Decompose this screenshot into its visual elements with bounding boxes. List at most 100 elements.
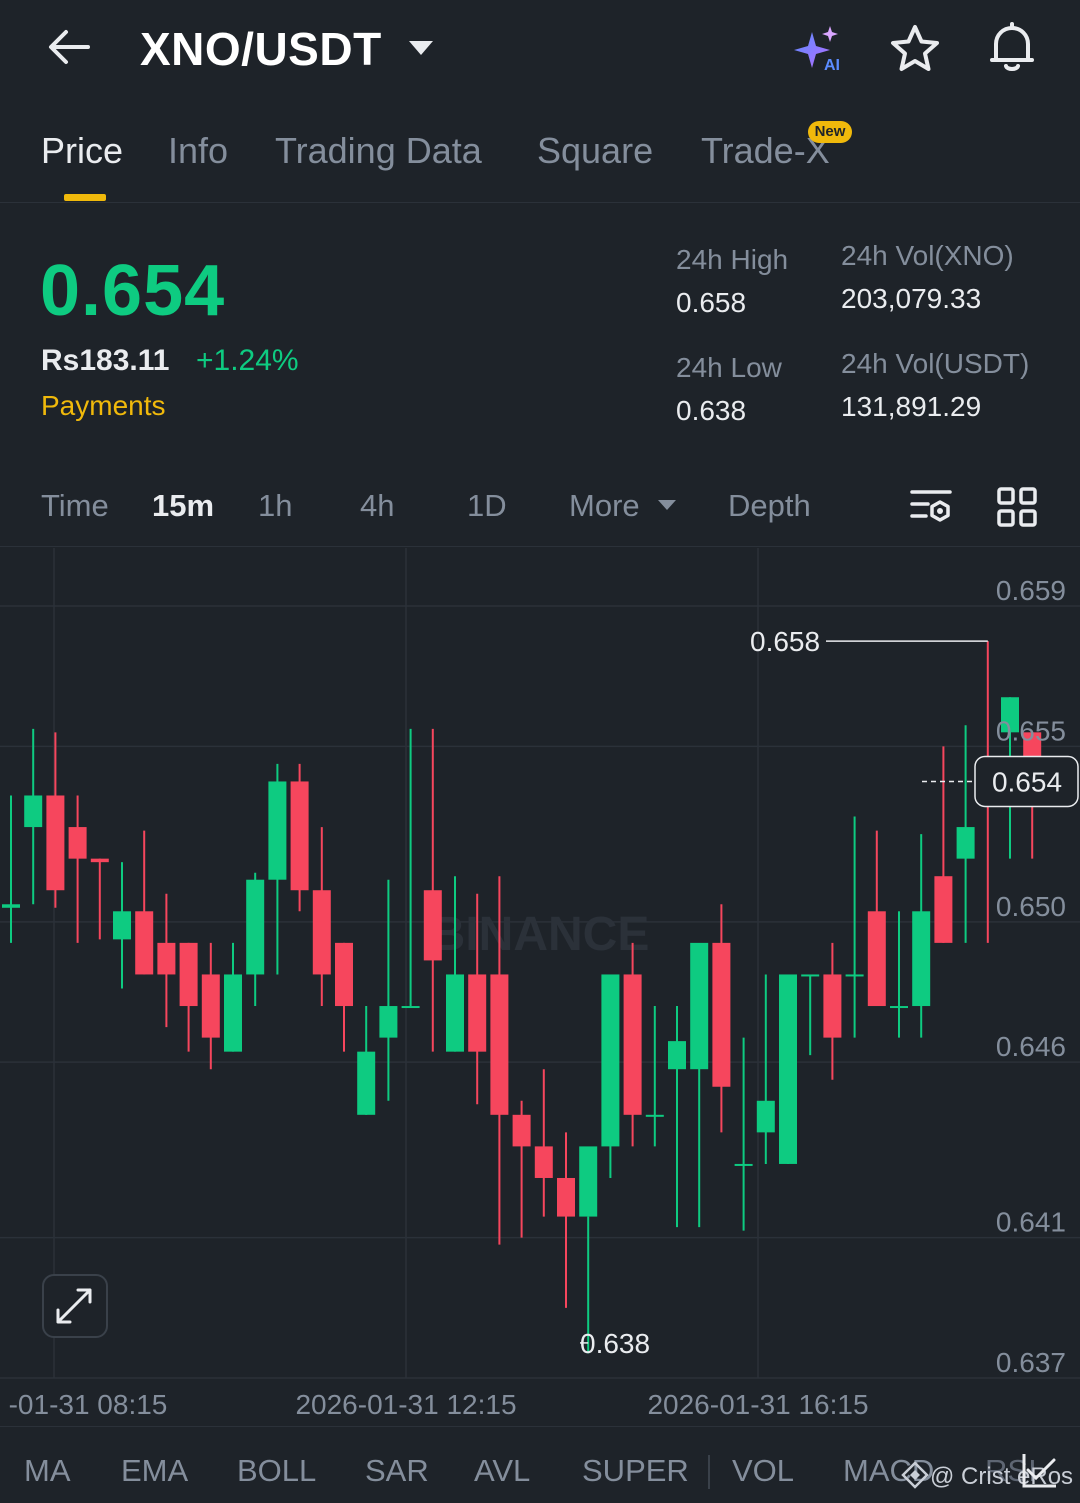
candle-up <box>756 974 775 1164</box>
candle-body <box>268 781 287 880</box>
tab-price[interactable]: Price <box>41 130 123 172</box>
candle-up <box>113 862 131 989</box>
bell-icon[interactable] <box>984 20 1040 76</box>
y-axis-tick-label: 0.655 <box>996 715 1066 746</box>
candle-up <box>801 974 820 1056</box>
candle-up <box>779 974 797 1164</box>
candle-body <box>335 942 353 1007</box>
candle-up <box>401 728 420 1009</box>
fiat-price: Rs183.11 <box>41 344 170 377</box>
candle-down <box>934 746 953 943</box>
candle-down <box>512 1100 531 1238</box>
candle-body <box>157 942 176 975</box>
candle-body <box>357 1051 376 1115</box>
candle-down <box>823 942 842 1080</box>
candle-body <box>534 1146 553 1178</box>
stat-vol-quote-value: 131,891.29 <box>841 391 982 422</box>
candlestick-chart[interactable]: BINANCE 0.659 0.655 0.650 0.646 0.641 0.637 -0… <box>0 548 1080 1426</box>
y-axis-tick-label: 0.650 <box>996 891 1066 922</box>
new-badge: New <box>808 121 852 143</box>
candle-down <box>68 795 87 943</box>
indicator-avl[interactable]: AVL <box>474 1453 530 1489</box>
pair-title[interactable]: XNO/USDT <box>140 22 382 76</box>
chart-settings-icon[interactable] <box>910 486 954 528</box>
candle-body <box>845 974 864 977</box>
candle-body <box>734 1163 753 1166</box>
candle-body <box>823 974 842 1038</box>
last-price: 0.654 <box>40 251 226 331</box>
indicator-separator <box>708 1455 710 1489</box>
ai-sparkle-icon[interactable]: AI <box>792 24 846 72</box>
back-arrow-icon[interactable] <box>44 22 94 72</box>
candle-down <box>290 763 309 912</box>
star-icon[interactable] <box>888 22 942 76</box>
tab-info[interactable]: Info <box>168 130 228 172</box>
candle-body <box>179 942 198 1007</box>
indicator-ma[interactable]: MA <box>24 1453 71 1489</box>
candle-up <box>2 795 20 943</box>
candle-body <box>557 1177 575 1217</box>
interval-4h[interactable]: 4h <box>360 488 394 524</box>
candle-body <box>756 1100 775 1133</box>
caret-down-icon[interactable] <box>408 40 434 56</box>
tab-square[interactable]: Square <box>537 130 653 172</box>
price-change-percent: +1.24% <box>196 344 299 377</box>
candle-body <box>68 827 87 859</box>
candle-body <box>956 827 975 859</box>
candle-body <box>645 1114 664 1117</box>
chart-tool-icon[interactable] <box>1020 1450 1060 1490</box>
candle-body <box>379 1006 398 1038</box>
binance-logo-icon <box>901 1461 929 1489</box>
layout-grid-icon[interactable] <box>996 486 1038 528</box>
candle-down <box>157 893 176 1028</box>
candle-body <box>2 904 20 908</box>
candle-down <box>423 728 442 1052</box>
category-tag[interactable]: Payments <box>41 390 166 422</box>
candle-down <box>712 904 731 1133</box>
y-axis-tick-label: 0.646 <box>996 1031 1066 1062</box>
candle-up <box>956 725 975 943</box>
stat-high-value: 0.658 <box>676 287 747 318</box>
candle-down <box>46 732 65 908</box>
candle-up <box>357 1006 376 1115</box>
candle-body <box>623 974 642 1115</box>
indicator-ema[interactable]: EMA <box>121 1453 188 1489</box>
stat-high-label: 24h High <box>676 244 789 275</box>
stat-low-label: 24h Low <box>676 352 782 383</box>
candle-body <box>801 974 820 977</box>
candle-up <box>601 974 620 1178</box>
caret-down-icon[interactable] <box>657 499 677 511</box>
y-axis-tick-label: 0.641 <box>996 1207 1066 1238</box>
interval-15m[interactable]: 15m <box>152 488 214 524</box>
candle-body <box>601 974 620 1147</box>
candle-body <box>690 942 709 1070</box>
stat-vol-base-label: 24h Vol(XNO) <box>841 240 1014 271</box>
divider <box>0 546 1080 547</box>
candle-body <box>668 1041 686 1070</box>
indicator-boll[interactable]: BOLL <box>237 1453 316 1489</box>
candle-body <box>290 781 309 891</box>
interval-time[interactable]: Time <box>41 488 109 524</box>
candle-up <box>246 872 265 1007</box>
fullscreen-button[interactable] <box>42 1274 108 1338</box>
max-price-label: 0.658 <box>750 626 820 657</box>
candle-body <box>224 974 242 1052</box>
indicator-vol[interactable]: VOL <box>732 1453 794 1489</box>
interval-depth[interactable]: Depth <box>728 488 811 524</box>
candle-down <box>867 830 886 1007</box>
candle-down <box>90 858 109 940</box>
candle-down <box>557 1132 575 1308</box>
candle-body <box>490 974 509 1115</box>
interval-more[interactable]: More <box>569 488 640 524</box>
indicator-super[interactable]: SUPER <box>582 1453 689 1489</box>
candle-body <box>401 1006 420 1009</box>
interval-1d[interactable]: 1D <box>467 488 507 524</box>
indicator-sar[interactable]: SAR <box>365 1453 429 1489</box>
candle-up <box>690 942 709 1228</box>
candle-down <box>623 942 642 1147</box>
candle-body <box>779 974 797 1164</box>
interval-1h[interactable]: 1h <box>258 488 292 524</box>
candle-body <box>934 876 953 943</box>
y-axis-tick-label: 0.659 <box>996 575 1066 606</box>
tab-trading-data[interactable]: Trading Data <box>275 130 482 172</box>
